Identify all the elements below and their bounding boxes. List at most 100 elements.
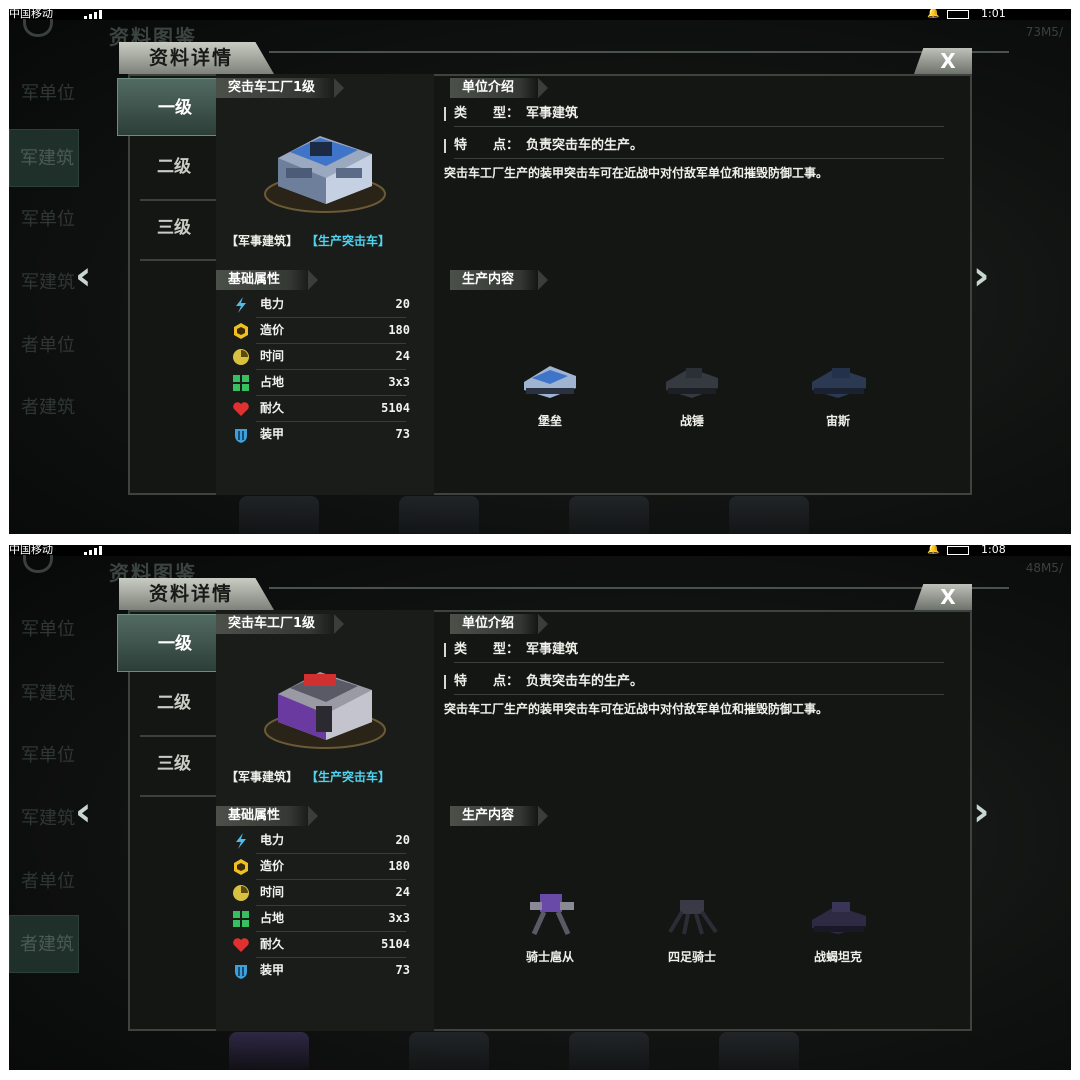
description: 突击车工厂生产的装甲突击车可在近战中对付敌军单位和摧毁防御工事。 [444,702,829,716]
attribute-name: 装甲 [260,963,285,977]
attribute-name: 时间 [260,885,285,899]
attribute-armor: 装甲 73 [230,423,410,445]
type-value: 军事建筑 [526,642,579,657]
attribute-divider [256,905,406,906]
background-category[interactable]: 军建筑 [9,129,79,187]
memory-readout: 48M5/ [1025,561,1063,575]
tab-level-3[interactable]: 三级 [117,199,225,257]
production-unit[interactable]: 宙斯 [778,352,898,428]
background-category[interactable]: 军单位 [9,727,79,785]
feature-label: 特 点： [454,674,520,689]
background-category[interactable]: 军建筑 [9,254,79,312]
dialog-top-rule [269,51,1009,53]
back-icon[interactable] [23,555,53,573]
cube-icon [234,859,248,875]
building-image [260,644,390,754]
prev-arrow-icon[interactable]: ‹ [75,256,115,300]
attribute-divider [256,931,406,932]
attribute-name: 占地 [260,375,285,389]
attribute-name: 造价 [260,859,285,873]
attributes-header: 基础属性 [216,806,318,826]
feature-value: 负责突击车的生产。 [526,138,644,153]
attribute-divider [256,957,406,958]
background-category[interactable]: 者单位 [9,853,79,911]
background-category[interactable]: 军建筑 [9,665,79,723]
back-icon[interactable] [23,19,53,37]
tab-level-2[interactable]: 二级 [117,138,225,196]
tab-level-1[interactable]: 一级 [117,78,225,136]
background-category[interactable]: 者单位 [9,317,79,375]
next-arrow-icon[interactable]: › [973,792,1013,836]
attribute-name: 电力 [260,833,285,847]
unit-image [666,368,718,398]
background-category[interactable]: 者建筑 [9,379,79,437]
next-arrow-icon[interactable]: › [973,256,1013,300]
heart-icon [233,938,249,952]
attribute-value: 24 [395,349,410,363]
area-icon [233,911,249,927]
attribute-value: 3x3 [388,911,410,925]
background-unit-thumb [569,1032,649,1070]
background-unit-thumb [409,1032,489,1070]
attribute-name: 电力 [260,297,285,311]
row-marker [444,643,446,657]
attribute-value: 5104 [381,401,410,415]
background-category[interactable]: 军单位 [9,601,79,659]
production-unit[interactable]: 战锤 [632,352,752,428]
attribute-power: 电力 20 [230,293,410,315]
building-tags: 【军事建筑】 【生产突击车】 [226,768,390,785]
close-button[interactable]: X [914,584,972,610]
attribute-divider [256,395,406,396]
background-unit-thumb [239,496,319,534]
background-category[interactable]: 军建筑 [9,790,79,848]
tab-level-2[interactable]: 二级 [117,674,225,732]
attribute-value: 20 [395,833,410,847]
building-column: 突击车工厂1级 【军事建筑】 【生产突击车】 基础属性 电力 20 造价 180… [216,74,434,495]
tab-level-1[interactable]: 一级 [117,614,225,672]
intro-header: 单位介绍 [450,614,548,634]
tab-level-3[interactable]: 三级 [117,735,225,793]
feature-value: 负责突击车的生产。 [526,674,644,689]
type-row: 类 型： 军事建筑 [444,102,944,127]
background-category[interactable]: 者建筑 [9,915,79,973]
tag-type: 【军事建筑】 [226,234,299,248]
attribute-name: 造价 [260,323,285,337]
prev-arrow-icon[interactable]: ‹ [75,792,115,836]
background-category[interactable]: 军单位 [9,65,79,123]
type-label: 类 型： [454,106,520,121]
production-unit[interactable]: 战蝎坦克 [778,888,898,964]
background-category[interactable]: 军单位 [9,191,79,249]
row-underline [454,694,944,695]
mute-bell-icon: 🔔 [927,545,940,555]
heart-icon [233,402,249,416]
background-unit-thumb [729,496,809,534]
description: 突击车工厂生产的装甲突击车可在近战中对付敌军单位和摧毁防御工事。 [444,166,829,180]
clock-icon [233,885,249,901]
signal-icon [84,546,106,555]
row-underline [454,158,944,159]
row-underline [454,126,944,127]
close-button[interactable]: X [914,48,972,74]
signal-icon [84,10,106,19]
status-time: 1:08 [981,545,1006,556]
background-unit-thumb [399,496,479,534]
dialog-title: 资料详情 [119,578,274,610]
tab-divider [140,259,216,261]
attribute-cost: 造价 180 [230,855,410,877]
clock-icon [233,349,249,365]
building-column: 突击车工厂1级 【军事建筑】 【生产突击车】 基础属性 电力 20 造价 180… [216,610,434,1031]
production-unit[interactable]: 堡垒 [490,352,610,428]
intro-header: 单位介绍 [450,78,548,98]
dialog-title: 资料详情 [119,42,274,74]
unit-image [530,894,574,936]
attribute-name: 装甲 [260,427,285,441]
battery-icon [947,10,969,19]
unit-name: 战锤 [679,414,704,428]
production-unit[interactable]: 四足骑士 [632,888,752,964]
production-unit[interactable]: 骑士扈从 [490,888,610,964]
tag-type: 【军事建筑】 [226,770,299,784]
carrier-label: 中国移动 [9,9,53,20]
battery-icon [947,546,969,555]
attribute-cost: 造价 180 [230,319,410,341]
area-icon [233,375,249,391]
